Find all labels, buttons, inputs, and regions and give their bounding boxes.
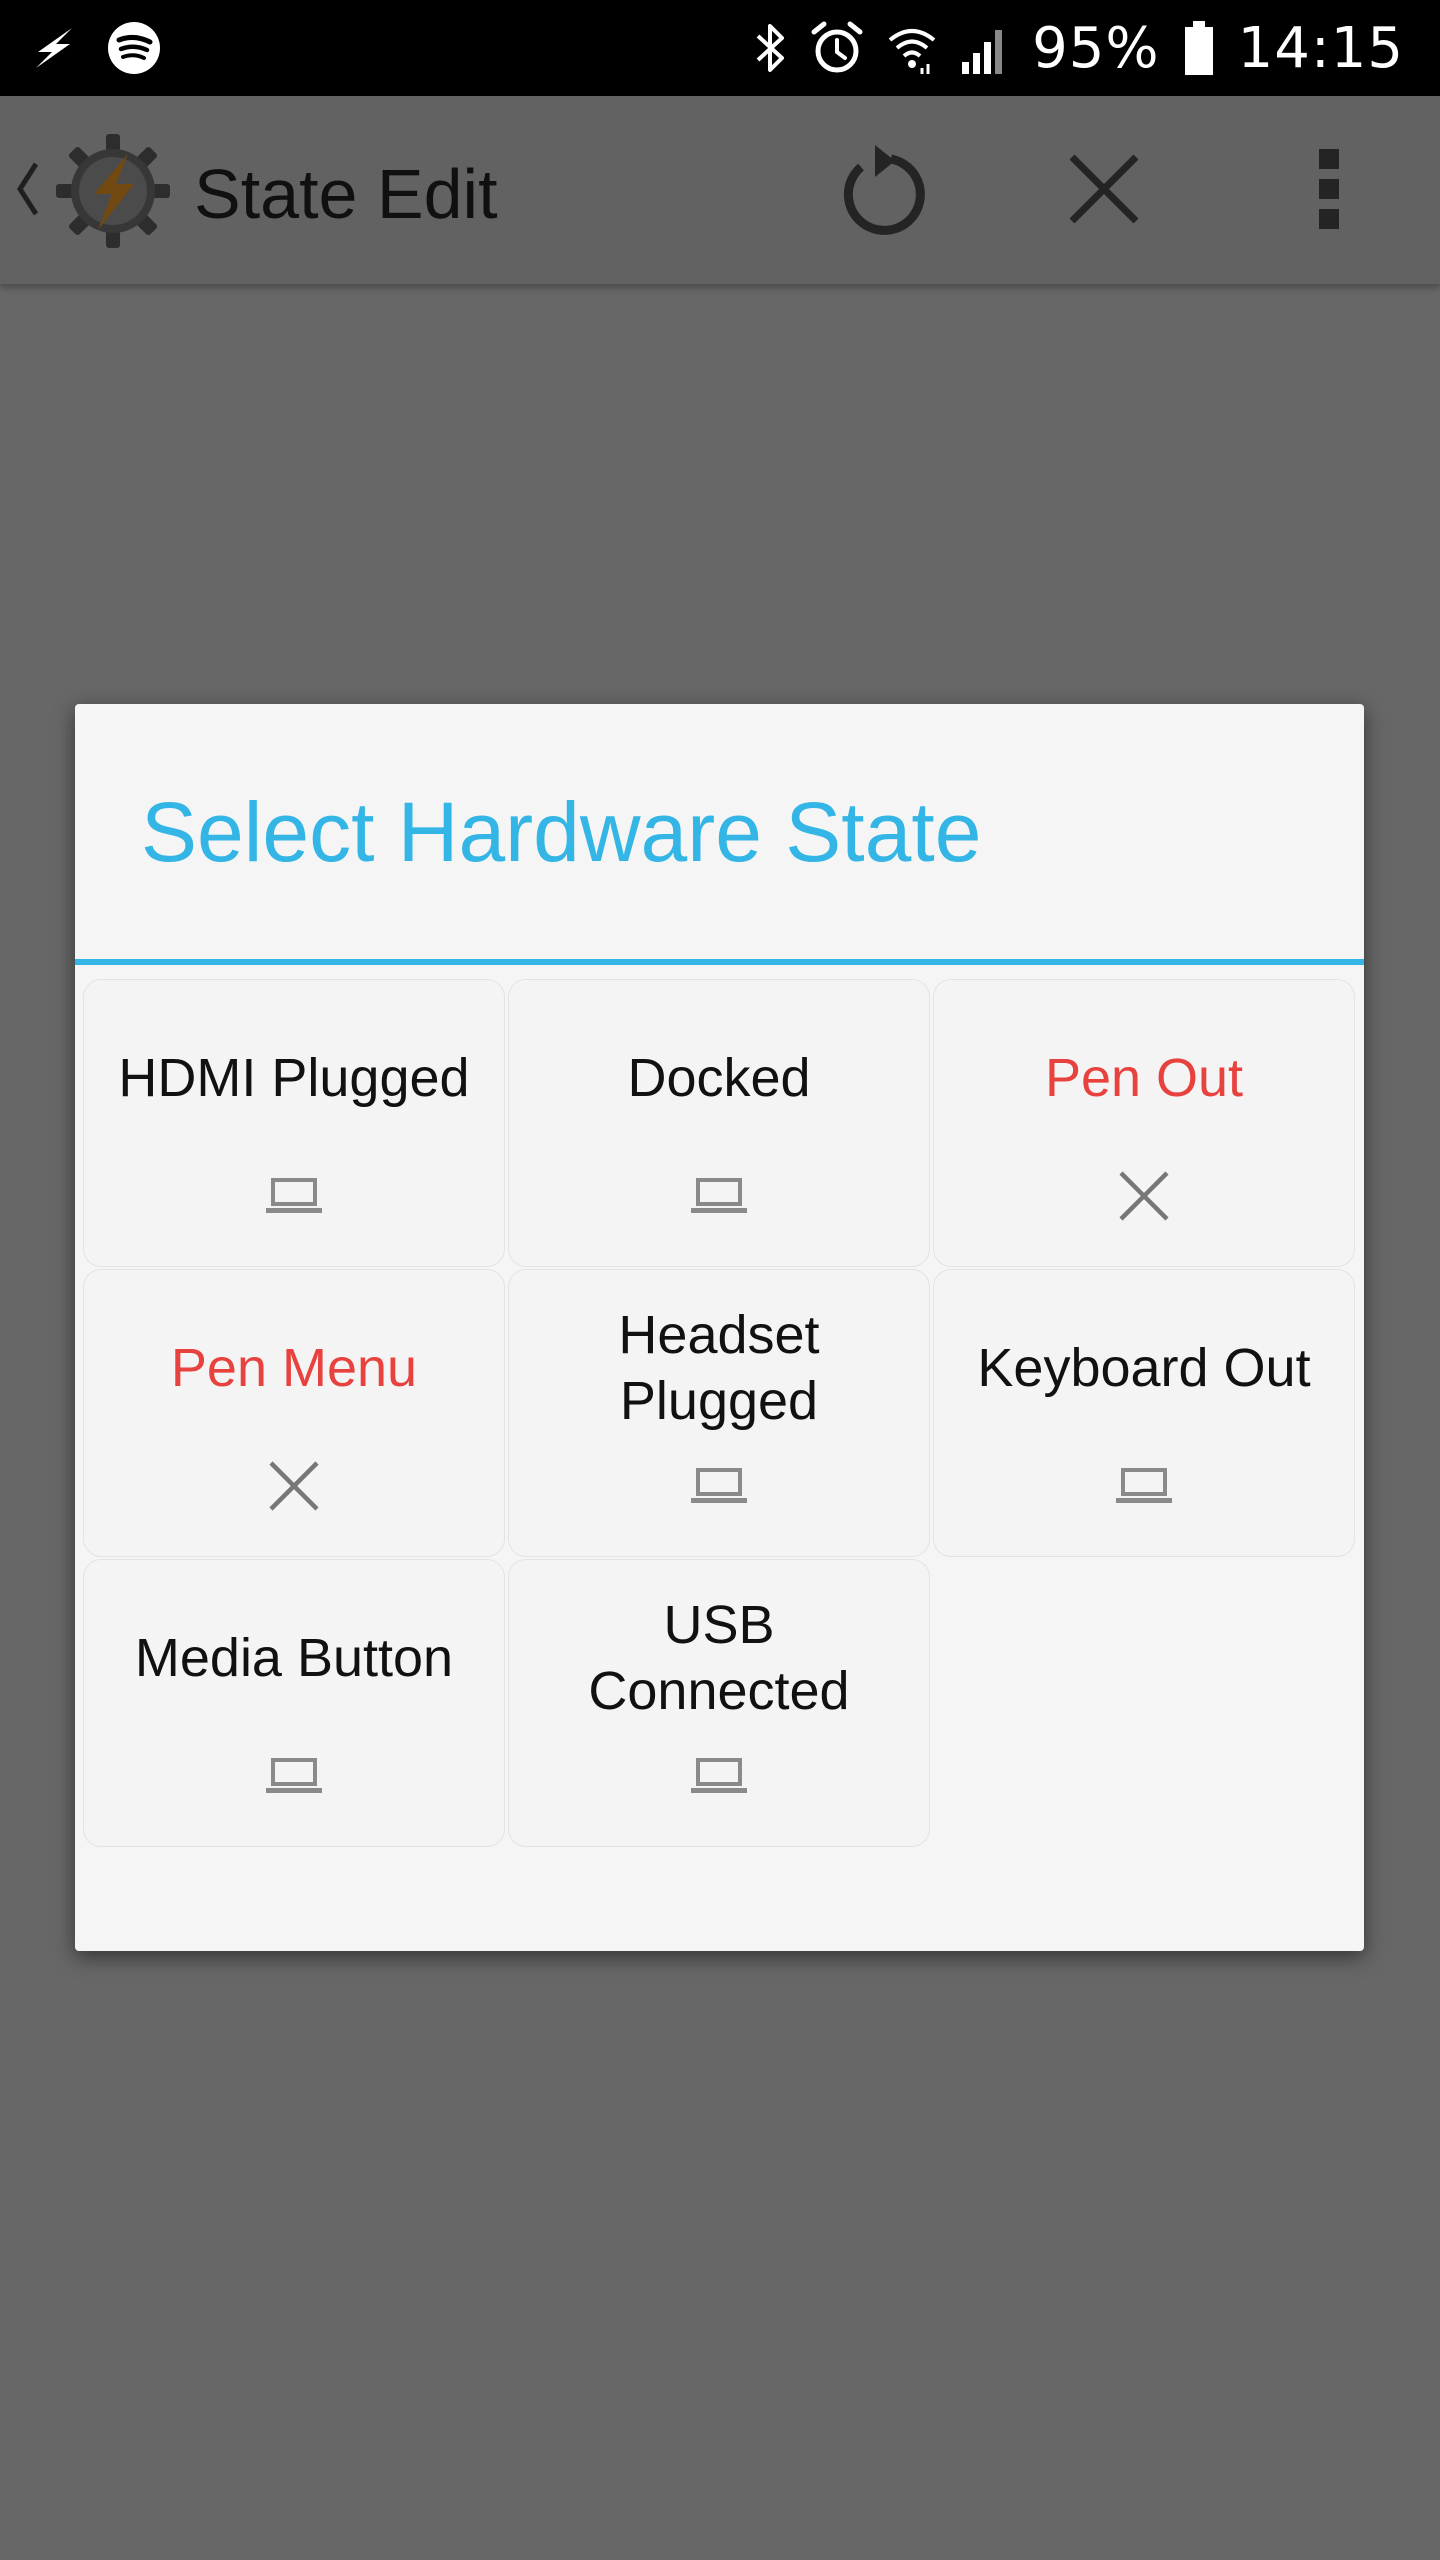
state-item-label: Media Button (134, 1628, 454, 1688)
state-item-label: Headset Plugged (618, 1305, 820, 1431)
battery-percent: 95% (1032, 15, 1160, 81)
state-item-usb-connected[interactable]: USB Connected (508, 1559, 930, 1847)
alarm-icon (810, 20, 864, 76)
state-item-headset-plugged[interactable]: Headset Plugged (508, 1269, 930, 1557)
battery-icon (1182, 19, 1216, 77)
state-item-label: Pen Menu (170, 1338, 418, 1398)
state-item-media-button[interactable]: Media Button (83, 1559, 505, 1847)
laptop-icon (259, 1166, 329, 1226)
state-item-label: HDMI Plugged (118, 1048, 470, 1108)
clock: 14:15 (1237, 15, 1404, 81)
state-item-label: Keyboard Out (977, 1338, 1311, 1398)
select-hardware-state-dialog: Select Hardware State HDMI Plugged Docke… (75, 704, 1364, 1951)
cell-signal-icon (960, 20, 1010, 76)
dialog-title: Select Hardware State (141, 785, 982, 879)
state-item-pen-out[interactable]: Pen Out (933, 979, 1355, 1267)
close-icon (259, 1456, 329, 1516)
laptop-icon (684, 1746, 754, 1806)
hardware-state-grid: HDMI Plugged Docked Pen Out Pen Menu Hea… (83, 979, 1355, 1847)
bluetooth-icon (754, 20, 788, 76)
state-item-docked[interactable]: Docked (508, 979, 930, 1267)
laptop-icon (684, 1456, 754, 1516)
flash-icon (28, 22, 80, 74)
spotify-icon (106, 20, 162, 76)
status-bar: 95% 14:15 (0, 0, 1440, 96)
close-icon (1109, 1166, 1179, 1226)
laptop-icon (259, 1746, 329, 1806)
wifi-icon (886, 20, 938, 76)
dialog-title-divider (75, 959, 1364, 965)
state-item-pen-menu[interactable]: Pen Menu (83, 1269, 505, 1557)
state-item-label: USB Connected (588, 1595, 850, 1721)
state-item-label: Docked (627, 1048, 811, 1108)
state-item-hdmi-plugged[interactable]: HDMI Plugged (83, 979, 505, 1267)
laptop-icon (1109, 1456, 1179, 1516)
laptop-icon (684, 1166, 754, 1226)
state-item-keyboard-out[interactable]: Keyboard Out (933, 1269, 1355, 1557)
state-item-label: Pen Out (1044, 1048, 1244, 1108)
